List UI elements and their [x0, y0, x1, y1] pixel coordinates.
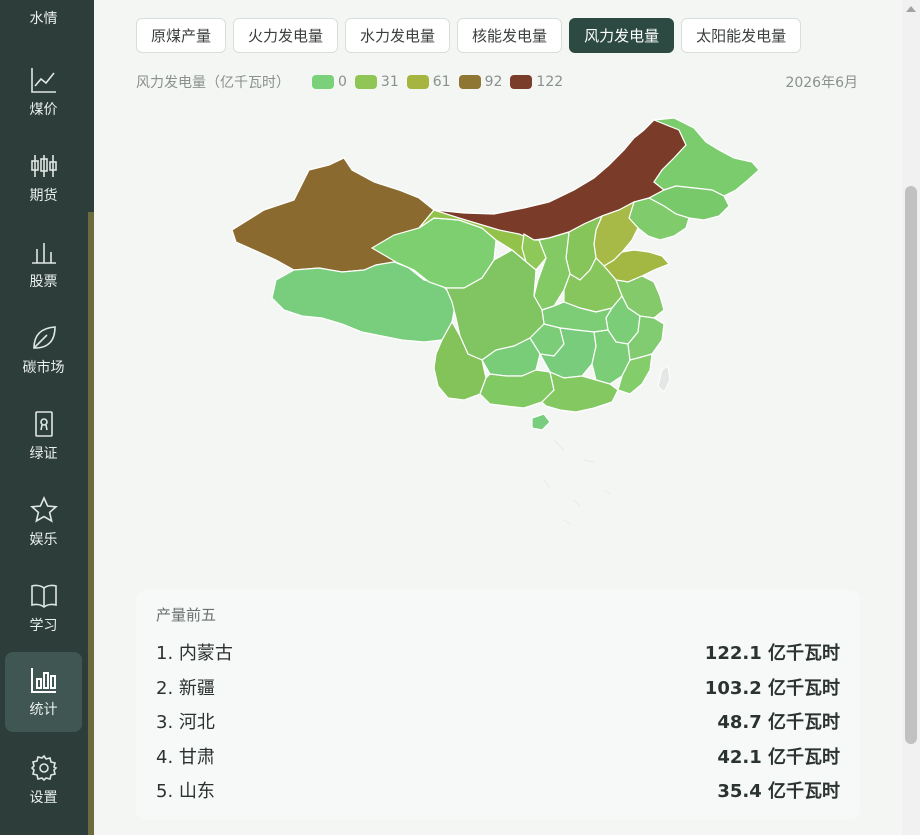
stats-icon	[30, 668, 56, 693]
leaf-icon	[32, 326, 56, 349]
sidebar-item-label: 学习	[29, 618, 58, 634]
period-label: 2026年6月	[785, 75, 858, 91]
map-region-taiwan[interactable]	[657, 365, 671, 393]
tab-wind-power[interactable]: 风力发电量	[569, 18, 675, 53]
tab-hydro-power[interactable]: 水力发电量	[345, 18, 451, 53]
top-five-title: 产量前五	[156, 606, 217, 624]
tab-nuclear-power[interactable]: 核能发电量	[457, 18, 563, 53]
ranking-row: 3. 河北 48.7 亿千瓦时	[156, 704, 840, 739]
metric-tabs: 原煤产量 火力发电量 水力发电量 核能发电量 风力发电量 太阳能发电量	[136, 18, 802, 53]
sidebar-item-label: 股票	[29, 274, 58, 290]
legend-value: 92	[484, 74, 503, 90]
tab-solar-power[interactable]: 太阳能发电量	[681, 18, 802, 53]
legend-item: 61	[406, 74, 455, 90]
main-panel: 原煤产量 火力发电量 水力发电量 核能发电量 风力发电量 太阳能发电量 风力发电…	[94, 0, 902, 835]
sidebar-item-label: 统计	[29, 702, 58, 718]
legend-item: 0	[312, 74, 351, 90]
south-china-sea-islands	[543, 439, 611, 525]
map-region-hainan[interactable]	[531, 413, 551, 431]
china-map	[231, 117, 760, 525]
map-legend: 风力发电量（亿千瓦时） 0 31 61 92 122 2026年6月	[136, 72, 858, 92]
legend-value: 122	[536, 74, 564, 90]
sidebar-item-label: 娱乐	[29, 532, 58, 548]
legend-title: 风力发电量（亿千瓦时）	[136, 75, 290, 91]
sidebar-item-label: 绿证	[29, 446, 58, 462]
bar-chart-icon	[31, 243, 56, 264]
book-icon	[30, 584, 57, 608]
legend-value: 31	[380, 74, 399, 90]
page-scrollbar[interactable]	[902, 0, 920, 835]
ranking-region: 4. 甘肃	[156, 746, 215, 768]
ranking-value: 48.7 亿千瓦时	[717, 712, 840, 734]
scroll-up-arrow-icon[interactable]	[906, 6, 916, 12]
ranking-region: 3. 河北	[156, 712, 215, 734]
legend-value: 0	[338, 74, 347, 90]
ranking-row: 4. 甘肃 42.1 亿千瓦时	[156, 739, 840, 774]
certificate-icon	[34, 411, 53, 437]
sidebar-item-water[interactable]: 水情	[5, 8, 82, 38]
legend-swatch	[458, 75, 481, 89]
sidebar-item-label: 煤价	[29, 102, 58, 118]
ranking-row: 5. 山东 35.4 亿千瓦时	[156, 773, 840, 808]
tab-thermal-power[interactable]: 火力发电量	[233, 18, 339, 53]
star-icon	[29, 496, 58, 523]
ranking-value: 103.2 亿千瓦时	[704, 677, 840, 699]
ranking-region: 1. 内蒙古	[156, 643, 233, 665]
sidebar-item-label: 水情	[29, 11, 58, 27]
legend-item: 31	[354, 74, 403, 90]
legend-swatch	[312, 75, 334, 89]
legend-value: 61	[432, 74, 451, 90]
sidebar-item-carbon[interactable]: 碳市场	[5, 310, 82, 390]
sidebar-item-stocks[interactable]: 股票	[5, 224, 82, 304]
ranking-value: 42.1 亿千瓦时	[717, 746, 840, 768]
sidebar-item-stats[interactable]: 统计	[5, 652, 82, 732]
sidebar-item-label: 碳市场	[22, 360, 65, 376]
line-chart-icon	[30, 68, 56, 93]
sidebar-item-label: 期货	[29, 188, 58, 204]
sidebar-item-entertainment[interactable]: 娱乐	[5, 482, 82, 562]
ranking-value: 122.1 亿千瓦时	[704, 643, 840, 665]
ranking-value: 35.4 亿千瓦时	[717, 781, 840, 803]
legend-item: 92	[458, 74, 507, 90]
ranking-row: 1. 内蒙古 122.1 亿千瓦时	[156, 635, 840, 670]
legend-swatch	[354, 75, 377, 89]
candlestick-icon	[30, 155, 57, 177]
top-five-panel: 产量前五 1. 内蒙古 122.1 亿千瓦时 2. 新疆 103.2 亿千瓦时 …	[136, 590, 860, 820]
legend-item: 122	[510, 74, 567, 90]
gear-icon	[30, 754, 57, 782]
scroll-thumb[interactable]	[905, 186, 917, 744]
sidebar-item-study[interactable]: 学习	[5, 568, 82, 648]
sidebar-item-coal-price[interactable]: 煤价	[5, 52, 82, 132]
legend-swatch	[510, 75, 533, 89]
ranking-region: 5. 山东	[156, 781, 215, 803]
tab-raw-coal[interactable]: 原煤产量	[136, 18, 227, 53]
sidebar-item-settings[interactable]: 设置	[5, 740, 82, 820]
sidebar-item-label: 设置	[29, 790, 58, 806]
sidebar: 水情 煤价 期货 股票 碳市场 绿证 娱乐 学习 统计 设置	[0, 0, 94, 835]
ranking-region: 2. 新疆	[156, 677, 215, 699]
legend-swatch	[406, 75, 429, 89]
ranking-row: 2. 新疆 103.2 亿千瓦时	[156, 670, 840, 705]
sidebar-item-futures[interactable]: 期货	[5, 138, 82, 218]
sidebar-item-green-cert[interactable]: 绿证	[5, 396, 82, 476]
